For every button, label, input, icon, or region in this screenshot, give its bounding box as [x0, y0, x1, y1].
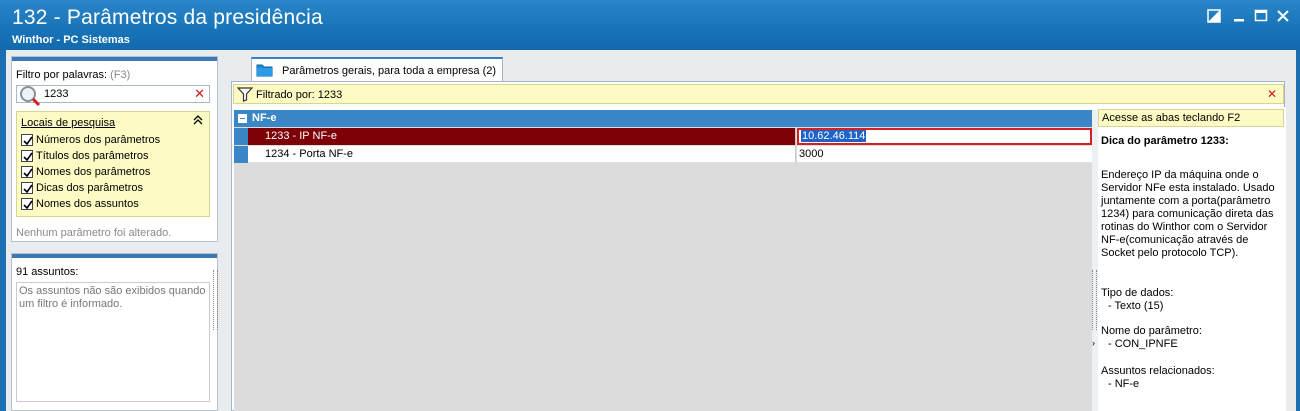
- parameters-grid: NF-e 1233 - IP NF-e 10.62.46.114 1234 - …: [234, 110, 1092, 411]
- parameter-value[interactable]: 3000: [797, 146, 1092, 163]
- tab-parametros-gerais[interactable]: Parâmetros gerais, para toda a empresa (…: [251, 57, 503, 81]
- table-row[interactable]: 1233 - IP NF-e 10.62.46.114: [234, 128, 1092, 145]
- filter-text: Filtrado por: 1233: [256, 89, 343, 101]
- tab-count: (2): [482, 65, 497, 77]
- group-row-nfe[interactable]: NF-e: [234, 110, 1092, 127]
- maximize-icon[interactable]: [1254, 9, 1270, 23]
- related-subjects-label: Assuntos relacionados:: [1101, 365, 1215, 377]
- parameter-value-input[interactable]: 10.62.46.114: [797, 128, 1092, 145]
- filter-bar: Filtrado por: 1233 ✕: [233, 84, 1284, 104]
- related-subjects-value: - NF-e: [1108, 378, 1140, 390]
- window-subtitle: Winthor - PC Sistemas: [12, 34, 130, 46]
- collapse-icon[interactable]: [193, 115, 203, 128]
- group-label: NF-e: [252, 112, 277, 124]
- search-locations-box: Locais de pesquisa Números dos parâmetro…: [16, 111, 210, 217]
- checkbox-icon[interactable]: [21, 198, 33, 210]
- tabs-hint: Acesse as abas teclando F2: [1098, 109, 1284, 127]
- param-name-value: - CON_IPNFE: [1108, 338, 1178, 350]
- checkbox-numeros[interactable]: Números dos parâmetros: [21, 132, 160, 148]
- funnel-icon: [236, 87, 254, 105]
- subjects-note: Os assuntos não são exibidos quando um f…: [16, 282, 210, 402]
- table-row[interactable]: 1234 - Porta NF-e 3000: [234, 146, 1092, 163]
- param-name-label: Nome do parâmetro:: [1101, 325, 1202, 337]
- chevron-right-icon[interactable]: ›: [1092, 338, 1095, 348]
- parameter-name[interactable]: 1234 - Porta NF-e: [248, 146, 796, 163]
- parameter-value: 10.62.46.114: [801, 130, 867, 142]
- checkbox-icon[interactable]: [21, 150, 33, 162]
- no-change-status: Nenhum parâmetro foi alterado.: [16, 227, 172, 239]
- subjects-panel: 91 assuntos: Os assuntos não são exibido…: [11, 253, 218, 411]
- help-panel: Acesse as abas teclando F2 Dica do parâm…: [1098, 107, 1286, 411]
- window-title: 132 - Parâmetros da presidência: [12, 6, 323, 29]
- left-splitter[interactable]: [213, 270, 218, 330]
- checkbox-icon[interactable]: [21, 134, 33, 146]
- help-description: Endereço IP da máquina onde o Servidor N…: [1101, 169, 1275, 259]
- folder-icon: [256, 62, 274, 81]
- search-input[interactable]: 1233 ✕: [16, 85, 210, 107]
- data-type-label: Tipo de dados:: [1101, 287, 1174, 299]
- checkbox-dicas[interactable]: Dicas dos parâmetros: [21, 180, 143, 196]
- filter-label: Filtro por palavras: (F3): [16, 69, 131, 81]
- tab-label: Parâmetros gerais, para toda a empresa: [282, 65, 480, 77]
- parameter-name[interactable]: 1233 - IP NF-e: [248, 128, 796, 145]
- clear-search-icon[interactable]: ✕: [194, 87, 205, 101]
- search-value: 1233: [44, 88, 69, 100]
- search-locations-title: Locais de pesquisa: [21, 117, 116, 129]
- subjects-count: 91 assuntos:: [16, 266, 79, 278]
- close-icon[interactable]: [1276, 9, 1292, 23]
- help-title: Dica do parâmetro 1233:: [1101, 135, 1229, 147]
- checkbox-icon[interactable]: [21, 182, 33, 194]
- clear-filter-icon[interactable]: ✕: [1267, 87, 1277, 101]
- search-icon: [18, 84, 42, 109]
- theme-icon[interactable]: [1207, 9, 1223, 23]
- checkbox-titulos[interactable]: Títulos dos parâmetros: [21, 148, 149, 164]
- title-bar: 132 - Parâmetros da presidência Winthor …: [0, 0, 1300, 50]
- minimize-icon[interactable]: [1232, 9, 1248, 23]
- data-type-value: - Texto (15): [1108, 300, 1164, 312]
- checkbox-icon[interactable]: [21, 166, 33, 178]
- checkbox-assuntos[interactable]: Nomes dos assuntos: [21, 196, 139, 212]
- collapse-group-icon[interactable]: [238, 114, 247, 123]
- checkbox-nomes[interactable]: Nomes dos parâmetros: [21, 164, 150, 180]
- filter-panel: Filtro por palavras: (F3) 1233 ✕ Locais …: [11, 56, 218, 242]
